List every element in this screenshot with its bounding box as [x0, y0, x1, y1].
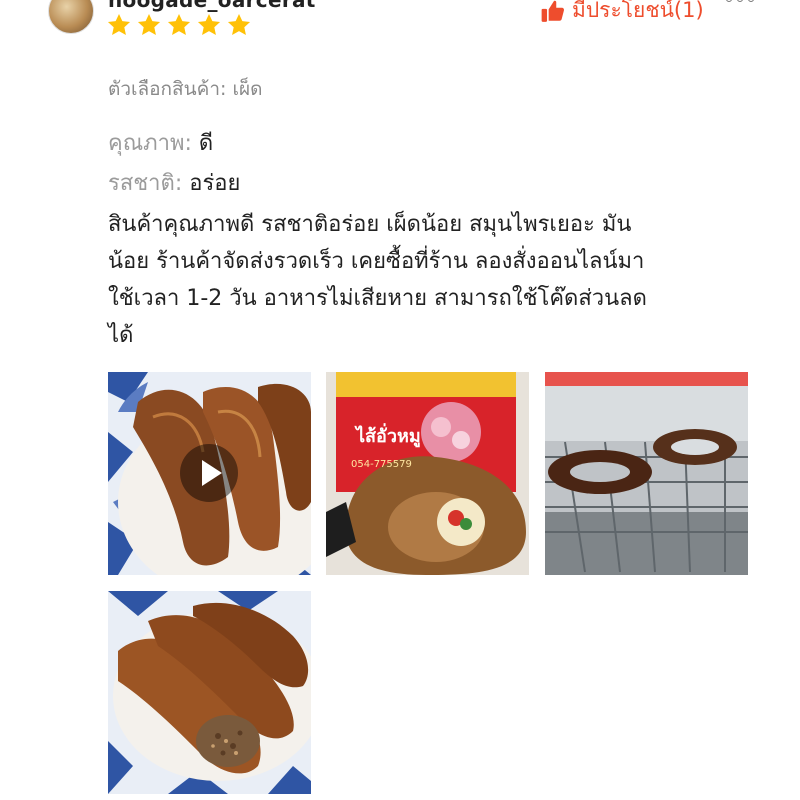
dot: [748, 0, 754, 2]
more-dots-icon[interactable]: [726, 0, 754, 2]
attribute-value: อร่อย: [189, 171, 241, 196]
dot: [726, 0, 732, 2]
review-image-oven[interactable]: [545, 372, 748, 575]
attribute-label: คุณภาพ:: [108, 131, 199, 156]
helpful-label: มีประโยชน์(1): [572, 0, 704, 22]
thumbs-up-icon: [541, 0, 565, 22]
star-icon: [137, 13, 161, 35]
attribute-label: รสชาติ:: [108, 171, 190, 196]
review-line: ได้: [108, 323, 134, 348]
review-video-thumbnail[interactable]: [108, 372, 311, 575]
star-icon: [107, 13, 131, 35]
review-image-package[interactable]: ไส้อั่วหมู 054-775579: [326, 372, 529, 575]
review-image-sliced-sausage[interactable]: [108, 591, 311, 794]
star-icon: [227, 13, 251, 35]
package-phone-text: 054-775579: [351, 459, 412, 470]
star-icon: [167, 13, 191, 35]
reviewer-username[interactable]: noogade_oarcerat: [108, 0, 316, 12]
package-brand-text: ไส้อั่วหมู: [354, 423, 421, 448]
attribute-taste: รสชาติ: อร่อย: [108, 165, 240, 200]
product-variation: ตัวเลือกสินค้า: เผ็ด: [108, 78, 263, 100]
dot: [737, 0, 743, 2]
helpful-button[interactable]: มีประโยชน์(1): [540, 0, 704, 27]
attribute-value: ดี: [198, 131, 214, 156]
review-line: น้อย ร้านค้าจัดส่งรวดเร็ว เคยซื้อที่ร้าน…: [108, 249, 645, 274]
review-text: สินค้าคุณภาพดี รสชาติอร่อย เผ็ดน้อย สมุน…: [108, 206, 748, 354]
attribute-quality: คุณภาพ: ดี: [108, 125, 213, 160]
review-line: ใช้เวลา 1-2 วัน อาหารไม่เสียหาย สามารถใช…: [108, 286, 647, 311]
review-line: สินค้าคุณภาพดี รสชาติอร่อย เผ็ดน้อย สมุน…: [108, 212, 632, 237]
star-icon: [197, 13, 221, 35]
play-icon[interactable]: [180, 444, 238, 502]
reviewer-avatar[interactable]: [48, 0, 94, 34]
rating-stars: [106, 12, 252, 38]
